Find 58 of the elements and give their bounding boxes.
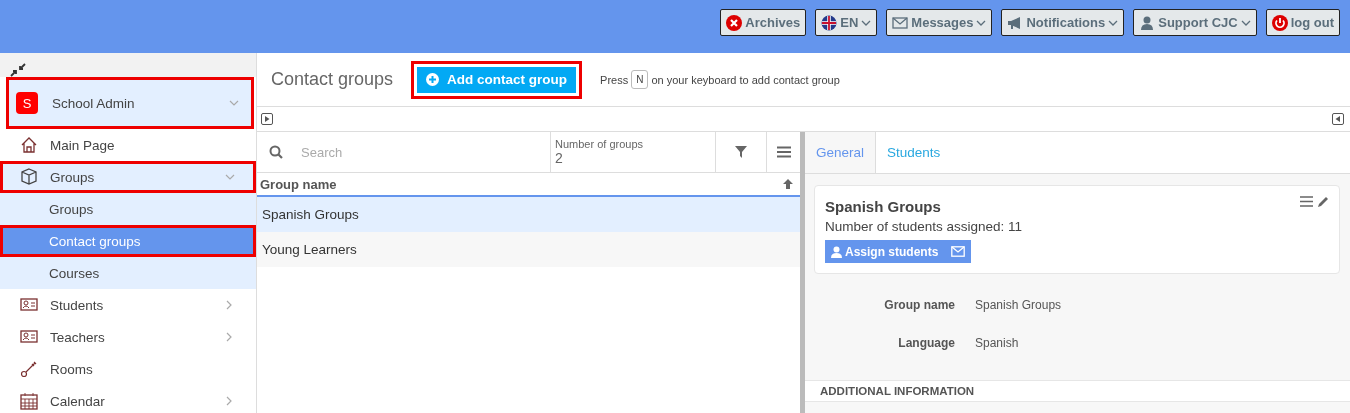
card-title: Spanish Groups xyxy=(825,198,941,215)
count-value: 2 xyxy=(555,150,563,166)
id-card-icon xyxy=(20,328,38,346)
search-icon[interactable] xyxy=(269,145,283,159)
sidebar-item[interactable]: Teachers xyxy=(0,321,256,353)
count-label: Number of groups xyxy=(555,138,644,150)
topbar-button[interactable]: Messages xyxy=(886,9,993,36)
envelope-icon xyxy=(951,246,966,257)
collapse-panel-icon[interactable] xyxy=(1332,113,1344,125)
envelope-icon xyxy=(892,14,909,31)
expand-panel-icon[interactable] xyxy=(261,113,273,125)
keyboard-key: N xyxy=(631,70,649,89)
pencil-icon[interactable] xyxy=(1317,196,1329,208)
profile-name: School Admin xyxy=(52,95,136,111)
topbar-button[interactable]: Notifications xyxy=(1001,9,1125,36)
avatar: S xyxy=(16,92,38,114)
chevron-down-icon xyxy=(228,98,240,108)
key-icon xyxy=(20,360,38,378)
table-row[interactable]: Young Learners xyxy=(257,232,800,267)
profile-menu[interactable]: S School Admin xyxy=(6,77,254,129)
sidebar-item[interactable]: Main Page xyxy=(0,129,256,161)
calendar-icon xyxy=(20,392,38,410)
chevron-down-icon xyxy=(224,172,236,182)
sort-up-icon[interactable] xyxy=(782,178,794,190)
column-header[interactable]: Group name xyxy=(260,176,337,192)
hint-text: on your keyboard to add contact group xyxy=(651,73,840,86)
card-subtitle: Number of students assigned: 11 xyxy=(825,219,1024,234)
flag-icon xyxy=(821,14,838,31)
table-row[interactable]: Spanish Groups xyxy=(257,197,800,232)
box-icon xyxy=(20,168,38,186)
menu-icon[interactable] xyxy=(1300,196,1313,208)
user-icon xyxy=(1139,14,1156,31)
sidebar-item[interactable]: Students xyxy=(0,289,256,321)
section-header: ADDITIONAL INFORMATION xyxy=(805,380,1350,402)
field-label: Language xyxy=(897,336,955,350)
sidebar-item[interactable]: Rooms xyxy=(0,353,256,385)
menu-icon[interactable] xyxy=(776,146,791,158)
sidebar-item[interactable]: Calendar xyxy=(0,385,256,413)
field-value: Spanish xyxy=(975,336,1020,350)
house-icon xyxy=(20,136,38,154)
user-icon xyxy=(831,245,842,258)
plus-circle-icon xyxy=(426,73,440,86)
shrink-icon[interactable] xyxy=(10,63,26,77)
field-value: Spanish Groups xyxy=(975,298,1063,312)
close-icon xyxy=(726,14,743,31)
filter-icon[interactable] xyxy=(735,146,747,158)
topbar-button[interactable]: EN xyxy=(815,9,878,36)
sidebar-item[interactable]: Groups xyxy=(0,161,256,193)
field-label: Group name xyxy=(883,298,955,312)
topbar-button[interactable]: log out xyxy=(1265,9,1340,36)
page-title: Contact groups xyxy=(271,69,394,90)
topbar-button[interactable]: Support CJC xyxy=(1133,9,1257,36)
hint-text: Press xyxy=(600,73,629,86)
submenu-item[interactable]: Groups xyxy=(0,193,256,225)
submenu-item[interactable]: Courses xyxy=(0,257,256,289)
topbar-button[interactable]: Archives xyxy=(720,9,807,36)
power-icon xyxy=(1271,14,1288,31)
id-card-icon xyxy=(20,296,38,314)
